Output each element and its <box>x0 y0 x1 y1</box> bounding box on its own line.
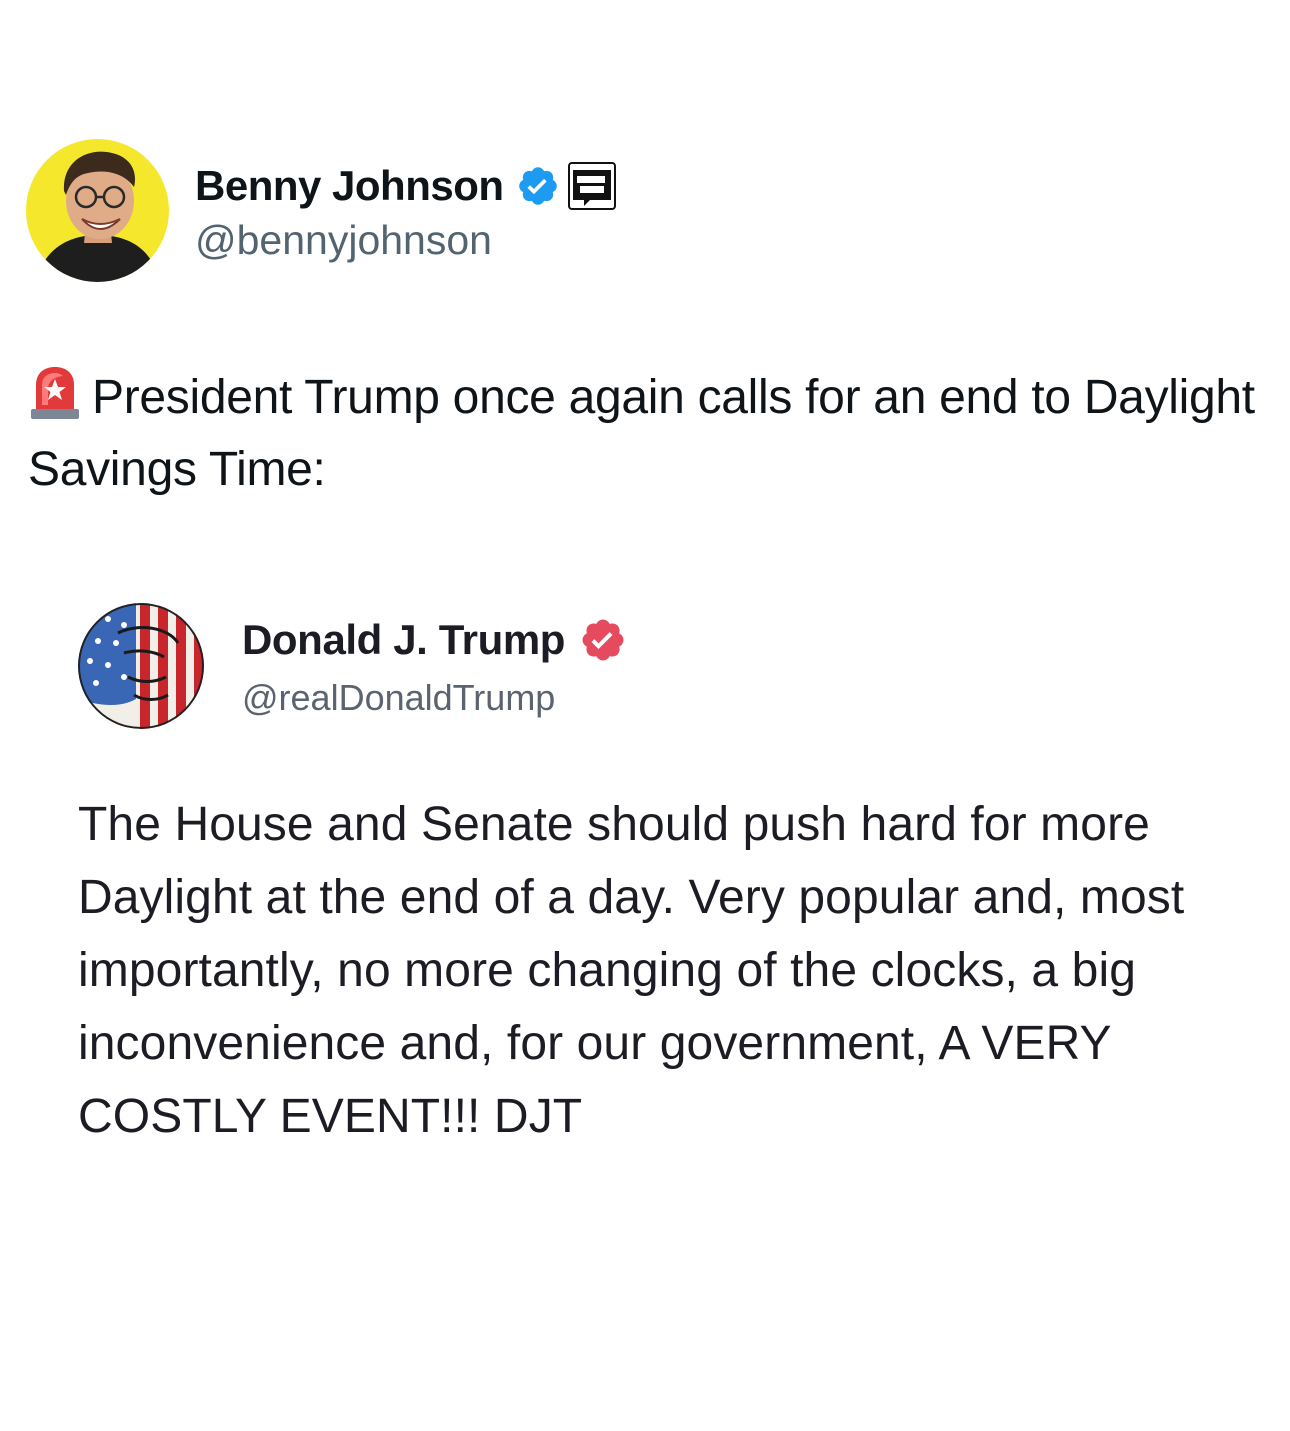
avatar[interactable] <box>26 139 169 282</box>
quoted-post-header: Donald J. Trump @realDonaldTrump <box>78 602 627 730</box>
tweet-body-text: President Trump once again calls for an … <box>28 371 1255 496</box>
author-name-row: Benny Johnson <box>195 157 616 215</box>
quoted-avatar-image <box>78 603 204 729</box>
author-handle[interactable]: @bennyjohnson <box>195 217 616 264</box>
quoted-post-text: The House and Senate should push hard fo… <box>78 798 1185 1143</box>
quoted-author-name-row: Donald J. Trump <box>242 613 627 667</box>
verified-badge-icon <box>518 167 557 205</box>
author-display-name[interactable]: Benny Johnson <box>195 162 504 210</box>
benny-show-affiliate-icon[interactable] <box>567 162 616 210</box>
avatar-image <box>26 139 169 282</box>
tweet-text: President Trump once again calls for an … <box>28 362 1258 506</box>
tweet-author-header: Benny Johnson @bennyjohnson <box>26 138 616 283</box>
quoted-author-display-name: Donald J. Trump <box>242 616 566 663</box>
quoted-verified-badge-icon <box>582 619 624 661</box>
rotating-light-icon <box>31 367 79 419</box>
quoted-avatar <box>78 603 204 729</box>
quoted-author-handle: @realDonaldTrump <box>242 677 556 718</box>
author-identity: Benny Johnson @bennyjohnson <box>195 157 616 264</box>
quoted-author-identity: Donald J. Trump @realDonaldTrump <box>242 613 627 719</box>
